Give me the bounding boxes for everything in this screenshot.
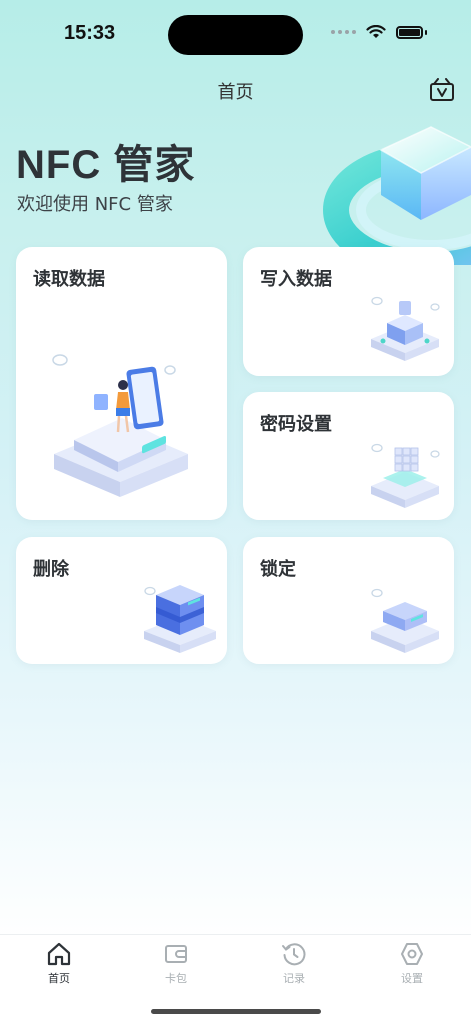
write-data-label: 写入数据 <box>260 269 332 290</box>
tab-home-label: 首页 <box>48 972 70 985</box>
write-data-illustration <box>371 296 440 361</box>
lock-card[interactable]: 锁定 <box>243 537 454 664</box>
settings-icon <box>401 943 423 965</box>
read-data-card[interactable]: 读取数据 <box>16 247 227 520</box>
wallet-icon <box>165 945 187 963</box>
hero-cube-illustration <box>323 126 471 265</box>
tab-wallet[interactable]: 卡包 <box>136 941 216 986</box>
password-settings-illustration <box>371 443 440 508</box>
read-data-label: 读取数据 <box>33 269 105 290</box>
history-icon <box>282 943 306 966</box>
tab-wallet-label: 卡包 <box>165 972 187 985</box>
read-data-illustration <box>52 354 188 497</box>
tab-settings[interactable]: 设置 <box>372 941 452 986</box>
delete-illustration <box>144 585 216 653</box>
hero-subtitle: 欢迎使用 NFC 管家 <box>17 194 173 215</box>
tab-history-label: 记录 <box>283 972 305 985</box>
battery-icon <box>396 25 423 39</box>
home-indicator <box>151 1009 321 1014</box>
status-time: 15:33 <box>64 22 116 44</box>
write-data-card[interactable]: 写入数据 <box>243 247 454 376</box>
status-bar: 15:33 <box>0 0 471 60</box>
delete-label: 删除 <box>33 559 69 580</box>
password-settings-card[interactable]: 密码设置 <box>243 392 454 520</box>
password-settings-label: 密码设置 <box>260 414 332 435</box>
dynamic-island <box>168 15 303 55</box>
lock-illustration <box>371 588 439 653</box>
status-icons <box>331 25 427 39</box>
lock-label: 锁定 <box>260 559 296 580</box>
hero-title: NFC 管家 <box>16 143 196 187</box>
home-icon <box>47 942 71 966</box>
tab-home[interactable]: 首页 <box>19 941 99 986</box>
wifi-icon <box>366 25 386 38</box>
tab-settings-label: 设置 <box>401 972 423 985</box>
tab-history[interactable]: 记录 <box>254 941 334 986</box>
delete-card[interactable]: 删除 <box>16 537 227 664</box>
signal-icon <box>331 30 356 34</box>
